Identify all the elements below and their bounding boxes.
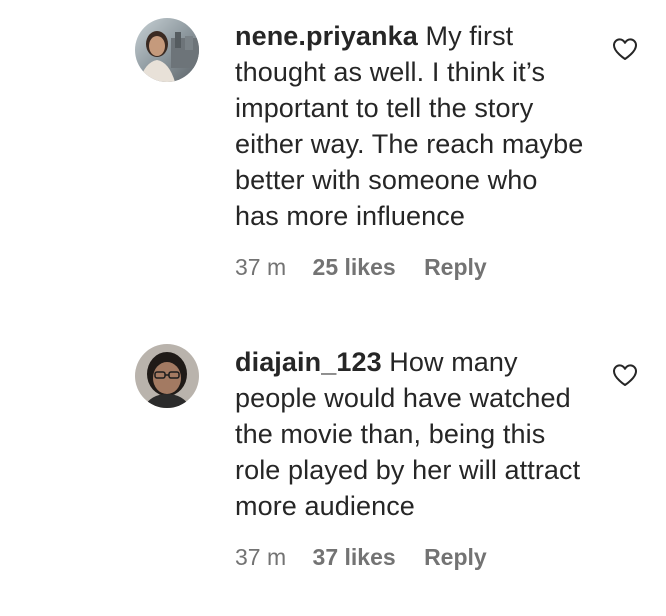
heart-outline-icon[interactable] [612, 363, 638, 387]
comment-meta: 37 m 37 likes Reply [235, 542, 585, 572]
comment-text-block: diajain_123 How many people would have w… [235, 344, 585, 524]
comment-likes[interactable]: 37 likes [313, 542, 396, 572]
reply-button[interactable]: Reply [424, 542, 487, 572]
comment-username[interactable]: diajain_123 [235, 347, 382, 377]
comment-body: diajain_123 How many people would have w… [235, 344, 585, 572]
comment-text-block: nene.priyanka My first thought as well. … [235, 18, 585, 234]
comment-likes[interactable]: 25 likes [313, 252, 396, 282]
avatar[interactable] [135, 18, 199, 82]
comment-meta: 37 m 25 likes Reply [235, 252, 585, 282]
heart-outline-icon[interactable] [612, 37, 638, 61]
reply-button[interactable]: Reply [424, 252, 487, 282]
comment-text: My first thought as well. I think it’s i… [235, 21, 584, 231]
avatar[interactable] [135, 344, 199, 408]
comment-time: 37 m [235, 254, 287, 280]
comment-time: 37 m [235, 544, 287, 570]
comment-body: nene.priyanka My first thought as well. … [235, 18, 585, 282]
comment-username[interactable]: nene.priyanka [235, 21, 418, 51]
